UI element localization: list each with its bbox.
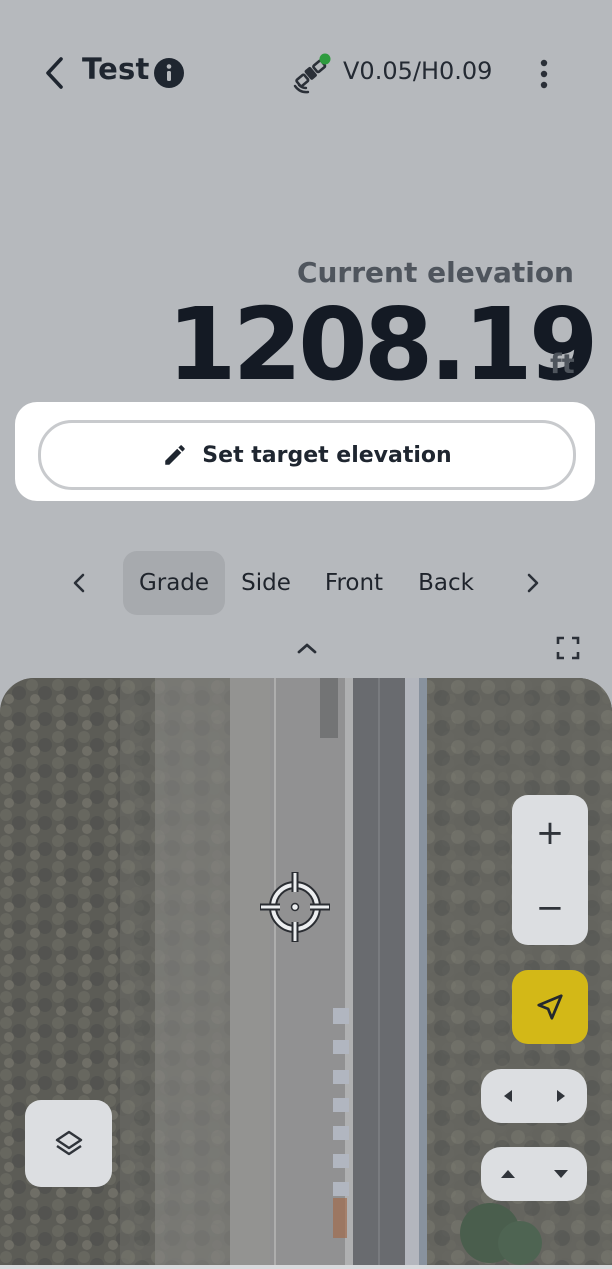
- elevation-unit: ft: [550, 349, 575, 380]
- set-target-elevation-button[interactable]: Set target elevation: [38, 420, 576, 490]
- tab-grade[interactable]: Grade: [123, 551, 225, 615]
- fullscreen-icon: [556, 636, 580, 660]
- more-vertical-icon: [540, 59, 548, 89]
- satellite-icon: [293, 53, 331, 94]
- chevron-left-icon: [73, 573, 85, 593]
- info-icon: [154, 58, 184, 88]
- pan-up-button[interactable]: [481, 1147, 534, 1201]
- pan-horizontal-controls: [481, 1069, 587, 1123]
- zoom-out-label: −: [535, 887, 565, 928]
- chevron-right-icon: [527, 573, 539, 593]
- triangle-left-icon: [503, 1090, 512, 1102]
- gps-status[interactable]: [290, 52, 334, 94]
- more-menu-button[interactable]: [528, 56, 560, 92]
- triangle-right-icon: [556, 1090, 565, 1102]
- info-button[interactable]: [152, 56, 186, 90]
- triangle-down-icon: [553, 1170, 568, 1178]
- pan-vertical-controls: [481, 1147, 587, 1201]
- accuracy-readout: V0.05/H0.09: [343, 57, 493, 85]
- triangle-up-icon: [500, 1170, 515, 1178]
- bottom-divider: [0, 1265, 612, 1269]
- tabs-prev-button[interactable]: [62, 566, 96, 600]
- pan-down-button[interactable]: [534, 1147, 587, 1201]
- page-title: Test: [82, 52, 150, 86]
- elevation-value: 1208.19: [167, 286, 598, 403]
- chevron-up-icon: [297, 643, 317, 654]
- fullscreen-button[interactable]: [552, 632, 584, 664]
- zoom-out-button[interactable]: −: [512, 870, 588, 945]
- tab-side[interactable]: Side: [230, 551, 302, 615]
- zoom-controls: + −: [512, 795, 588, 945]
- pan-right-button[interactable]: [534, 1069, 587, 1123]
- map-layers-button[interactable]: [25, 1100, 112, 1187]
- tabs-next-button[interactable]: [516, 566, 550, 600]
- pan-left-button[interactable]: [481, 1069, 534, 1123]
- chevron-left-icon: [46, 57, 63, 89]
- elevation-label: Current elevation: [296, 256, 574, 289]
- navigation-arrow-icon: [537, 994, 563, 1020]
- zoom-in-button[interactable]: +: [512, 795, 588, 870]
- zoom-in-label: +: [535, 812, 565, 853]
- layers-icon: [55, 1130, 82, 1155]
- pencil-icon: [165, 445, 186, 465]
- crosshair-icon: [260, 872, 330, 942]
- tab-back[interactable]: Back: [410, 551, 482, 615]
- locate-me-button[interactable]: [512, 970, 588, 1044]
- collapse-panel-button[interactable]: [290, 634, 324, 662]
- tab-front[interactable]: Front: [318, 551, 390, 615]
- set-target-elevation-label: Set target elevation: [202, 442, 452, 468]
- back-button[interactable]: [36, 54, 74, 92]
